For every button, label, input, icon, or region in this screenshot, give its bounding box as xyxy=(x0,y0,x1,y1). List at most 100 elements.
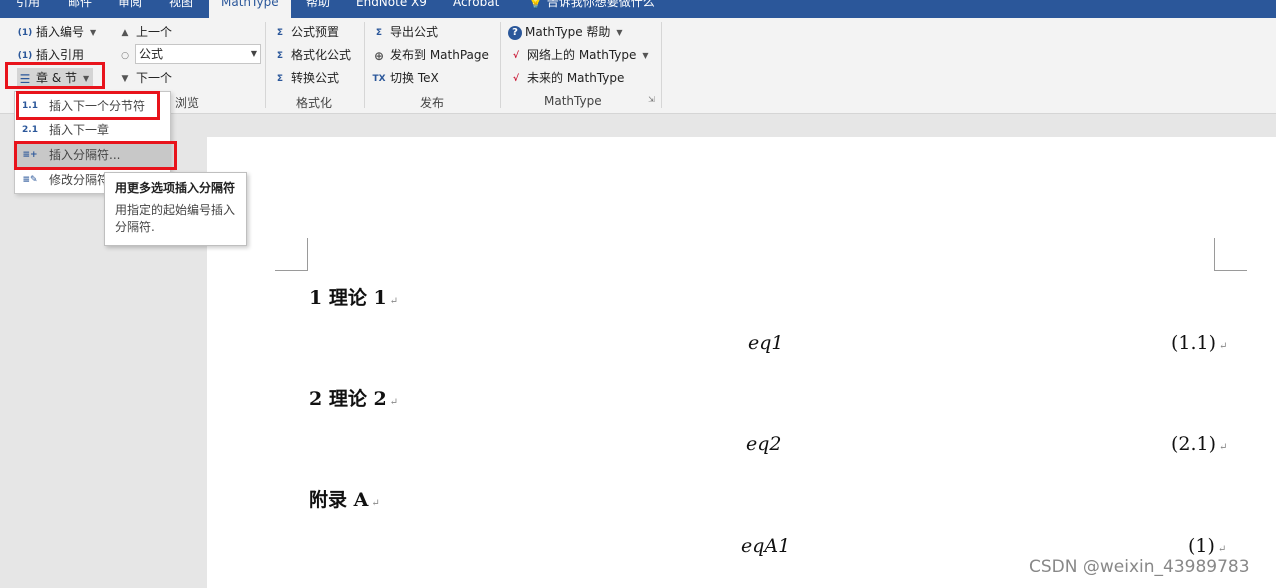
next-label: 下一个 xyxy=(136,71,173,85)
lightbulb-icon: 💡 xyxy=(528,0,543,9)
ribbon: (1) 插入编号 ▼ (1) 插入引用 ☰ 章 & 节 ▼ ▲ 上一个 ○ 公式 ▼ ▼ 下一… xyxy=(0,18,1276,114)
menu-item-insert-next-section[interactable]: 1.1 插入下一个分节符 xyxy=(15,94,170,118)
equation-presets-icon: Σ xyxy=(276,27,284,38)
insert-number-button[interactable]: (1) 插入编号 ▼ xyxy=(17,22,96,42)
next-button[interactable]: ▼ 下一个 xyxy=(117,68,172,88)
publish-mathpage-label: 发布到 MathPage xyxy=(390,48,489,62)
document-page[interactable] xyxy=(207,137,1276,588)
convert-equations-icon: Σ xyxy=(276,73,284,84)
browse-type-combo[interactable]: 公式 ▼ xyxy=(135,44,261,64)
mathtype-online-label: 网络上的 MathType xyxy=(527,48,637,62)
previous-label: 上一个 xyxy=(136,25,173,39)
menu-item-insert-break[interactable]: ≡+ 插入分隔符... xyxy=(15,143,170,167)
export-equations-button[interactable]: Σ 导出公式 xyxy=(371,22,438,42)
mathtype-online-button[interactable]: √ 网络上的 MathType ▼ xyxy=(508,45,649,65)
chapter-section-button[interactable]: ☰ 章 & 节 ▼ xyxy=(17,68,94,88)
browse-type-radio[interactable]: ○ xyxy=(117,45,136,65)
mathtype-future-label: 未来的 MathType xyxy=(527,71,625,85)
insert-reference-label: 插入引用 xyxy=(36,48,85,62)
group-divider xyxy=(661,22,662,108)
menu-item-label: 插入下一章 xyxy=(49,123,110,137)
section-break-icon: 1.1 xyxy=(22,101,38,111)
globe-icon: ⊕ xyxy=(373,48,385,63)
document-heading[interactable]: 2 理论 2 ↵ xyxy=(309,384,398,411)
tab-help[interactable]: 帮助 xyxy=(306,0,330,18)
insert-reference-button[interactable]: (1) 插入引用 xyxy=(17,45,84,65)
heading-text: 1 理论 1 xyxy=(309,287,387,309)
menu-item-insert-next-chapter[interactable]: 2.1 插入下一章 xyxy=(15,118,170,142)
convert-equations-label: 转换公式 xyxy=(291,71,340,85)
format-equations-icon: Σ xyxy=(276,50,284,61)
convert-equations-button[interactable]: Σ 转换公式 xyxy=(272,68,339,88)
watermark: CSDN @weixin_43989783 xyxy=(1029,557,1250,577)
menu-item-label: 修改分隔符 xyxy=(49,173,110,187)
group-divider xyxy=(265,22,266,108)
tab-endnote[interactable]: EndNote X9 xyxy=(356,0,427,18)
menu-item-label: 插入下一个分节符 xyxy=(49,99,146,113)
group-divider xyxy=(500,22,501,108)
format-equations-button[interactable]: Σ 格式化公式 xyxy=(272,45,351,65)
tab-mathtype[interactable]: MathType xyxy=(209,0,291,18)
insert-reference-icon: (1) xyxy=(17,50,33,61)
insert-number-icon: (1) xyxy=(17,27,33,38)
format-equations-label: 格式化公式 xyxy=(291,48,352,62)
tab-view[interactable]: 视图 xyxy=(169,0,193,18)
chapter-section-label: 章 & 节 xyxy=(36,71,77,85)
chevron-down-icon: ▼ xyxy=(616,27,623,37)
paragraph-mark: ↵ xyxy=(1217,544,1227,555)
equation[interactable]: eq1 xyxy=(748,332,784,354)
chevron-down-icon: ▼ xyxy=(642,50,649,60)
mathtype-help-label: MathType 帮助 xyxy=(525,25,611,39)
chapter-break-icon: 2.1 xyxy=(22,125,38,135)
menu-item-label: 插入分隔符... xyxy=(49,148,121,162)
dialog-launcher-icon[interactable]: ⇲ xyxy=(648,94,655,106)
group-label-format: 格式化 xyxy=(296,96,333,110)
toggle-tex-button[interactable]: TX 切换 TeX xyxy=(371,68,439,88)
heading-text: 2 理论 2 xyxy=(309,388,387,410)
group-divider xyxy=(364,22,365,108)
arrow-down-icon: ▼ xyxy=(121,73,129,84)
tab-references[interactable]: 引用 xyxy=(16,0,40,18)
mathtype-help-button[interactable]: ? MathType 帮助 ▼ xyxy=(508,22,623,42)
ribbon-tab-bar: 引用 邮件 审阅 视图 MathType 帮助 EndNote X9 Acrob… xyxy=(0,0,1276,18)
equation[interactable]: eqA1 xyxy=(741,535,790,557)
previous-button[interactable]: ▲ 上一个 xyxy=(117,22,172,42)
group-label-publish: 发布 xyxy=(420,96,445,110)
tex-icon: TX xyxy=(372,73,386,84)
list-icon: ☰ xyxy=(19,71,31,86)
mathtype-future-icon: √ xyxy=(512,73,519,84)
mathtype-future-button[interactable]: √ 未来的 MathType xyxy=(508,68,624,88)
margin-corner-mark xyxy=(1214,238,1247,271)
tab-acrobat[interactable]: Acrobat xyxy=(453,0,499,18)
group-label-browse: 浏览 xyxy=(175,96,200,110)
margin-corner-mark xyxy=(275,238,308,271)
browse-type-value: 公式 xyxy=(139,47,164,61)
publish-mathpage-button[interactable]: ⊕ 发布到 MathPage xyxy=(371,45,489,65)
insert-break-icon: ≡+ xyxy=(22,150,38,160)
tell-me-label: 告诉我你想要做什么 xyxy=(546,0,655,9)
toggle-tex-label: 切换 TeX xyxy=(390,71,439,85)
tooltip-body: 用指定的起始编号插入分隔符. xyxy=(115,203,236,234)
tooltip-title: 用更多选项插入分隔符 xyxy=(115,181,236,195)
equation-number-text: (1.1) xyxy=(1171,332,1217,354)
document-heading[interactable]: 1 理论 1 ↵ xyxy=(309,283,398,310)
tell-me-search[interactable]: 💡 告诉我你想要做什么 xyxy=(528,0,655,18)
chevron-down-icon: ▼ xyxy=(90,27,97,37)
paragraph-mark: ↵ xyxy=(1219,341,1228,352)
document-heading[interactable]: 附录 A ↵ xyxy=(309,485,380,512)
radio-icon: ○ xyxy=(121,50,129,61)
heading-text: 附录 A xyxy=(309,489,369,511)
equation-number: (1.1) ↵ xyxy=(1171,332,1227,354)
export-equations-label: 导出公式 xyxy=(390,25,439,39)
equation-number: (1) ↵ xyxy=(1188,535,1226,557)
help-icon: ? xyxy=(508,25,522,40)
equation-presets-button[interactable]: Σ 公式预置 xyxy=(272,22,339,42)
tab-review[interactable]: 审阅 xyxy=(118,0,142,18)
export-equations-icon: Σ xyxy=(375,27,383,38)
tab-mailings[interactable]: 邮件 xyxy=(68,0,92,18)
equation[interactable]: eq2 xyxy=(746,433,782,455)
paragraph-mark: ↵ xyxy=(1219,442,1228,453)
equation-presets-label: 公式预置 xyxy=(291,25,340,39)
insert-number-label: 插入编号 xyxy=(36,25,85,39)
equation-number-text: (2.1) xyxy=(1171,433,1217,455)
